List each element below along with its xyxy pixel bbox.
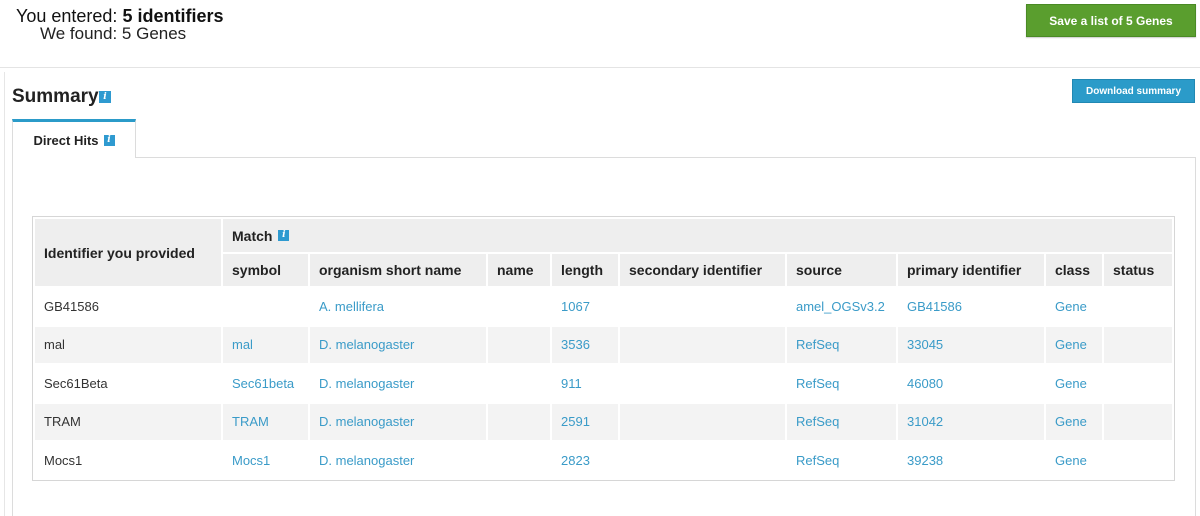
col-secondary-identifier[interactable]: secondary identifier xyxy=(620,254,785,286)
class-cell[interactable]: Gene xyxy=(1046,365,1102,402)
source-cell[interactable]: RefSeq xyxy=(787,403,896,440)
source-cell[interactable]: RefSeq xyxy=(787,365,896,402)
status-cell xyxy=(1104,403,1172,440)
provided-cell: GB41586 xyxy=(44,298,99,314)
direct-hits-table: Identifier you provided Match i symbol o… xyxy=(32,216,1175,481)
length-cell[interactable]: 1067 xyxy=(552,288,618,325)
length-cell[interactable]: 3536 xyxy=(552,326,618,363)
primary-cell[interactable]: 33045 xyxy=(898,326,1044,363)
status-cell xyxy=(1104,365,1172,402)
match-header: Match i xyxy=(223,219,1172,252)
table-row: mal mal D. melanogaster 3536 RefSeq 3304… xyxy=(35,326,1172,363)
primary-cell[interactable]: 46080 xyxy=(898,365,1044,402)
primary-cell[interactable]: 39238 xyxy=(898,442,1044,479)
status-cell xyxy=(1104,442,1172,479)
summary-info-icon[interactable]: i xyxy=(99,91,111,103)
tab-divider xyxy=(136,157,1196,158)
col-source[interactable]: source xyxy=(787,254,896,286)
name-cell xyxy=(488,288,550,325)
table-row: GB41586 A. mellifera 1067 amel_OGSv3.2 G… xyxy=(35,288,1172,325)
table-row: Mocs1 Mocs1 D. melanogaster 2823 RefSeq … xyxy=(35,442,1172,479)
symbol-cell[interactable]: Mocs1 xyxy=(223,442,308,479)
entered-label: You entered: xyxy=(16,6,118,26)
length-cell[interactable]: 911 xyxy=(552,365,618,402)
table-row: TRAM TRAM D. melanogaster 2591 RefSeq 31… xyxy=(35,403,1172,440)
secondary-cell xyxy=(620,403,785,440)
primary-cell[interactable]: GB41586 xyxy=(898,288,1044,325)
save-list-button[interactable]: Save a list of 5 Genes xyxy=(1026,4,1196,37)
table-row: Sec61Beta Sec61beta D. melanogaster 911 … xyxy=(35,365,1172,402)
secondary-cell xyxy=(620,365,785,402)
symbol-cell[interactable]: TRAM xyxy=(223,403,308,440)
source-cell[interactable]: RefSeq xyxy=(787,326,896,363)
provided-header: Identifier you provided xyxy=(35,219,221,286)
match-info-icon[interactable]: i xyxy=(278,230,290,242)
col-symbol[interactable]: symbol xyxy=(223,254,308,286)
entered-count: 5 identifiers xyxy=(122,6,224,26)
source-cell[interactable]: RefSeq xyxy=(787,442,896,479)
length-cell[interactable]: 2591 xyxy=(552,403,618,440)
status-cell xyxy=(1104,326,1172,363)
name-cell xyxy=(488,326,550,363)
primary-cell[interactable]: 31042 xyxy=(898,403,1044,440)
match-header-label: Match xyxy=(232,227,273,244)
symbol-cell[interactable]: Sec61beta xyxy=(223,365,308,402)
organism-cell[interactable]: D. melanogaster xyxy=(310,403,486,440)
direct-hits-info-icon[interactable]: i xyxy=(103,134,115,146)
organism-cell[interactable]: D. melanogaster xyxy=(310,442,486,479)
name-cell xyxy=(488,365,550,402)
organism-cell[interactable]: A. mellifera xyxy=(310,288,486,325)
col-status[interactable]: status xyxy=(1104,254,1172,286)
class-cell[interactable]: Gene xyxy=(1046,288,1102,325)
name-cell xyxy=(488,442,550,479)
organism-cell[interactable]: D. melanogaster xyxy=(310,365,486,402)
provided-cell: mal xyxy=(35,326,221,363)
secondary-cell xyxy=(620,442,785,479)
col-primary-identifier[interactable]: primary identifier xyxy=(898,254,1044,286)
symbol-cell[interactable] xyxy=(223,288,308,325)
col-length[interactable]: length xyxy=(552,254,618,286)
name-cell xyxy=(488,403,550,440)
class-cell[interactable]: Gene xyxy=(1046,403,1102,440)
found-label: We found: xyxy=(40,24,118,43)
organism-cell[interactable]: D. melanogaster xyxy=(310,326,486,363)
col-organism-short-name[interactable]: organism short name xyxy=(310,254,486,286)
download-summary-button[interactable]: Download summary xyxy=(1072,79,1195,103)
provided-cell: TRAM xyxy=(35,403,221,440)
found-count: 5 Genes xyxy=(121,24,187,43)
length-cell[interactable]: 2823 xyxy=(552,442,618,479)
tab-label: Direct Hits xyxy=(33,132,99,148)
results-header: You entered: 5 identifiers We found: 5 G… xyxy=(0,0,1200,68)
col-name[interactable]: name xyxy=(488,254,550,286)
class-cell[interactable]: Gene xyxy=(1046,326,1102,363)
col-class[interactable]: class xyxy=(1046,254,1102,286)
provided-cell: Sec61Beta xyxy=(44,375,108,391)
provided-cell: Mocs1 xyxy=(44,452,83,468)
found-summary: We found: 5 Genes xyxy=(40,24,186,44)
status-cell xyxy=(1104,288,1172,325)
secondary-cell xyxy=(620,326,785,363)
secondary-cell xyxy=(620,288,785,325)
source-cell[interactable]: amel_OGSv3.2 xyxy=(787,288,896,325)
tab-direct-hits[interactable]: Direct Hits i xyxy=(12,119,136,158)
summary-title: Summary xyxy=(12,86,99,107)
class-cell[interactable]: Gene xyxy=(1046,442,1102,479)
symbol-cell[interactable]: mal xyxy=(223,326,308,363)
